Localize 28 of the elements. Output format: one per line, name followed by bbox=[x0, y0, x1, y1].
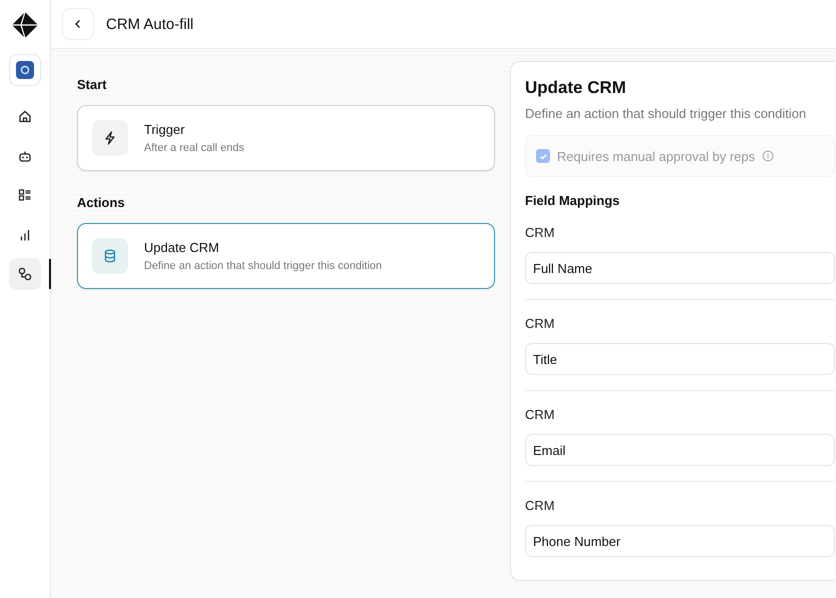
ring-icon bbox=[20, 65, 30, 75]
chevron-left-icon bbox=[73, 19, 83, 29]
page-title: CRM Auto-fill bbox=[106, 16, 194, 32]
input-field[interactable]: Email bbox=[525, 434, 835, 466]
home-icon bbox=[17, 108, 33, 124]
field-label: CRM bbox=[525, 316, 556, 331]
input-field[interactable]: Phone Number bbox=[525, 525, 835, 557]
input-field[interactable]: Full Name bbox=[525, 252, 835, 284]
input-field[interactable]: Title bbox=[525, 343, 835, 375]
section-heading: Actions bbox=[77, 195, 126, 210]
section-heading: Field Mappings bbox=[525, 193, 621, 208]
step-card[interactable]: Trigger After a real call ends bbox=[77, 105, 495, 171]
flow-nav-button[interactable] bbox=[9, 258, 41, 290]
workspace-button[interactable] bbox=[9, 54, 41, 86]
checklist-icon bbox=[17, 187, 33, 203]
check-icon bbox=[538, 152, 548, 160]
field-label: CRM bbox=[525, 407, 556, 422]
section-heading: Start bbox=[77, 77, 108, 92]
panel-title: Update CRM bbox=[525, 78, 628, 98]
field-label: CRM bbox=[525, 225, 556, 240]
panel-description: Define an action that should trigger this condition bbox=[525, 106, 808, 121]
flow-icon bbox=[17, 266, 33, 282]
info-icon bbox=[762, 150, 774, 162]
checkbox-label: Requires manual approval by reps bbox=[557, 148, 755, 164]
database-icon bbox=[102, 248, 118, 264]
logo-icon bbox=[12, 12, 38, 38]
step-card[interactable]: Update CRM Define an action that should trigger this condition bbox=[77, 223, 495, 289]
field-label: CRM bbox=[525, 498, 556, 513]
